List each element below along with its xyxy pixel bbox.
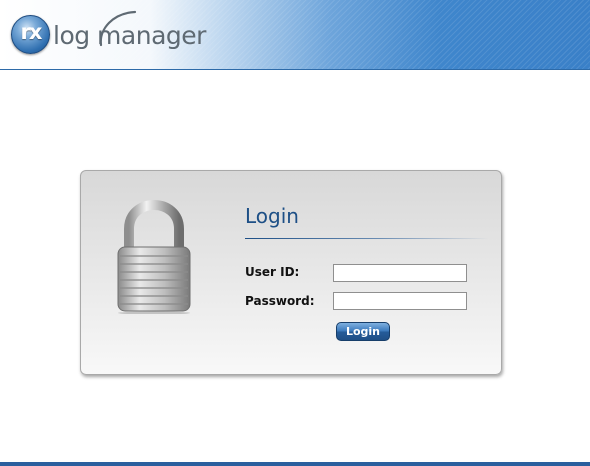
logo-badge: rx — [11, 15, 50, 54]
password-input[interactable] — [333, 292, 467, 310]
footer-bar — [0, 462, 590, 466]
login-button[interactable]: Login — [336, 322, 390, 341]
user-id-label: User ID: — [245, 265, 300, 279]
padlock-icon — [117, 200, 191, 314]
password-label: Password: — [245, 294, 315, 308]
header-banner: rx log manager — [0, 0, 590, 70]
login-title: Login — [245, 204, 299, 228]
title-divider — [245, 238, 489, 239]
user-id-input[interactable] — [333, 264, 467, 282]
logo-wordmark: log manager — [53, 21, 206, 50]
logo-badge-text: rx — [20, 20, 43, 44]
login-panel: Login User ID: Password: Login — [80, 170, 502, 375]
